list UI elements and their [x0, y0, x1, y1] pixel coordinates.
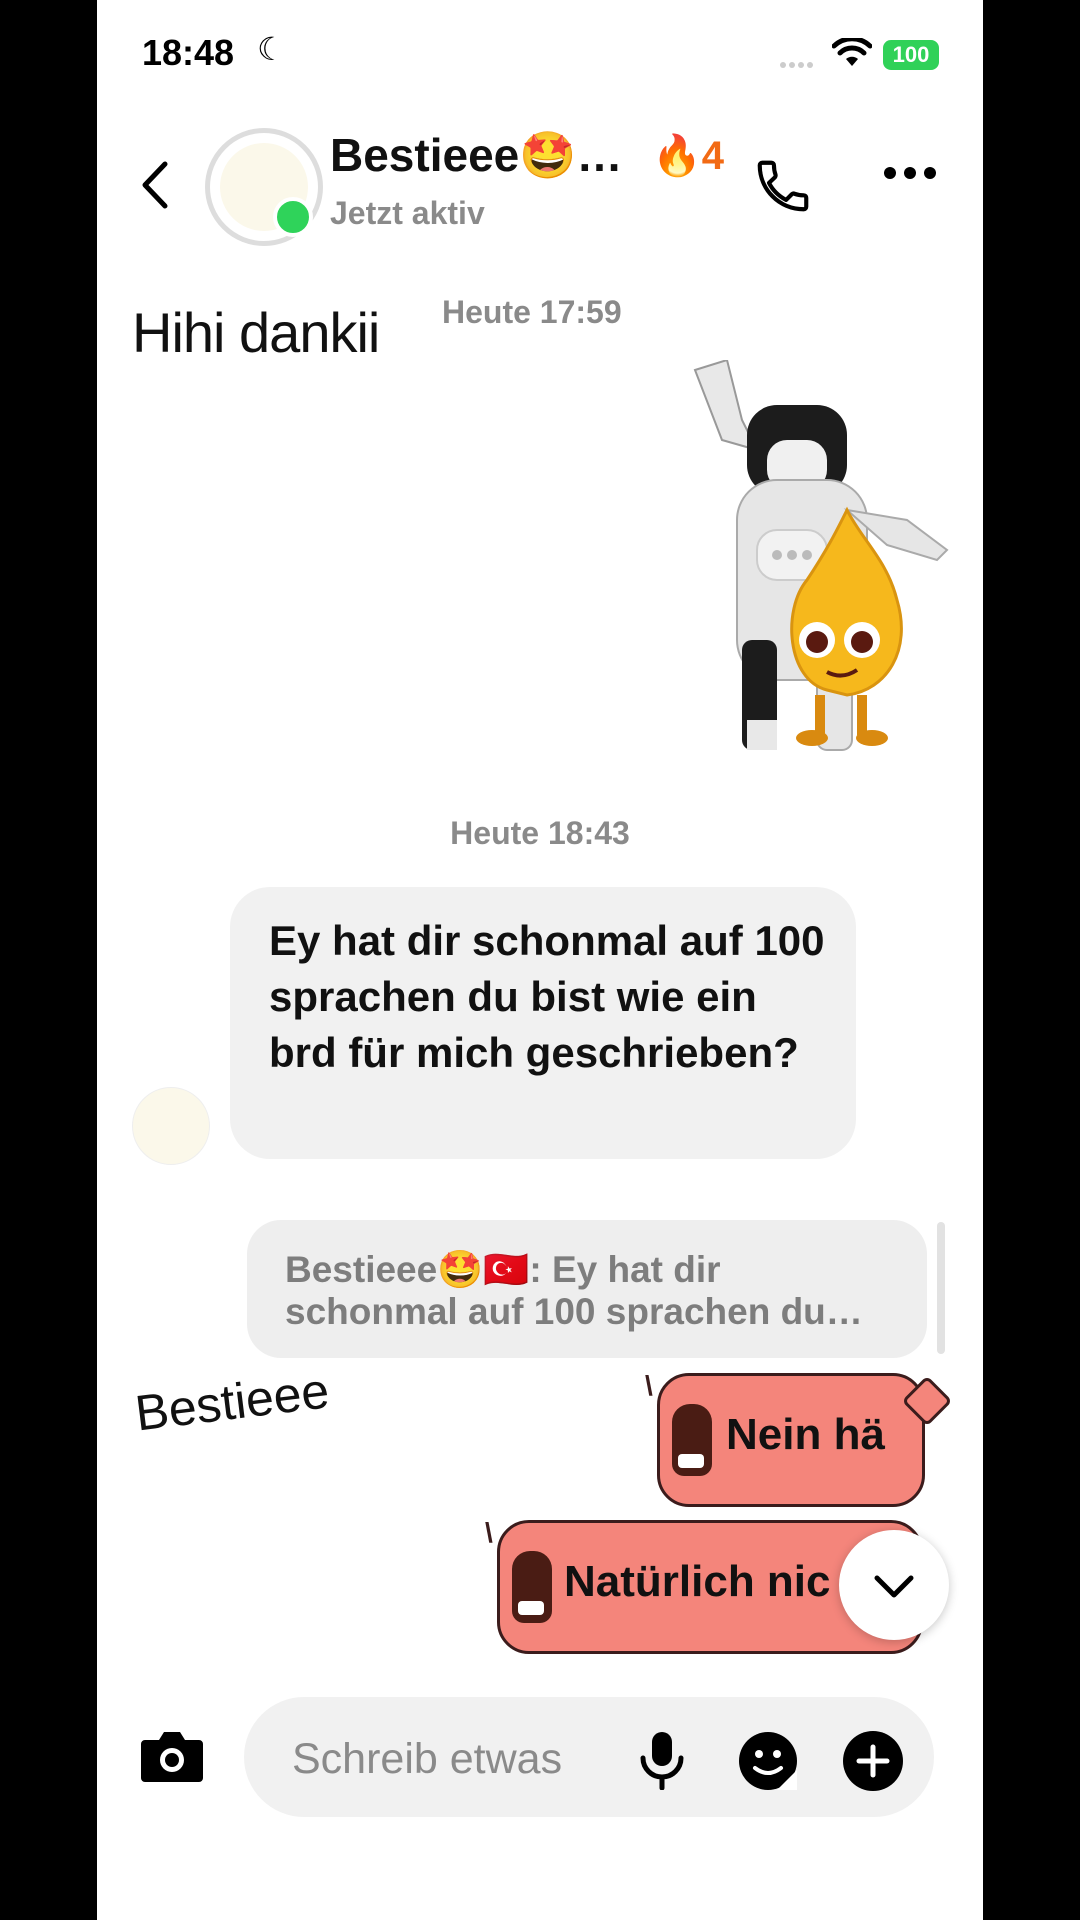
reply-quote-scrollbar [937, 1222, 945, 1354]
plus-icon[interactable] [842, 1730, 904, 1797]
wifi-icon [831, 36, 873, 73]
outgoing-message-text: Natürlich nic [564, 1557, 831, 1606]
sticker-image[interactable] [687, 358, 957, 760]
outgoing-message-text: Nein hä [726, 1410, 885, 1459]
overlay-caption: Hihi dankii [132, 301, 380, 364]
online-indicator [273, 197, 313, 237]
mascot-icon [672, 1404, 712, 1476]
reply-quote-text: Bestieee🤩🇹🇷: Ey hat dir schonmal auf 100… [285, 1249, 863, 1332]
sender-avatar[interactable] [132, 1087, 210, 1165]
contact-name[interactable]: Bestieee🤩… [330, 128, 623, 183]
timestamp: Heute 18:43 [450, 815, 630, 851]
incoming-message-text: Ey hat dir schonmal auf 100 sprachen du … [269, 917, 825, 1076]
mascot-icon [512, 1551, 552, 1623]
outgoing-message-bubble[interactable]: Nein hä [657, 1373, 925, 1507]
signal-icon [780, 55, 816, 73]
streak-badge: 🔥4 [652, 134, 725, 178]
back-chevron-icon[interactable] [137, 160, 173, 215]
sticker-emoji-icon[interactable] [737, 1730, 799, 1797]
camera-icon[interactable] [139, 1728, 205, 1789]
scroll-to-bottom-button[interactable] [839, 1530, 949, 1640]
microphone-icon[interactable] [637, 1730, 687, 1795]
battery-indicator: 100 [883, 40, 939, 70]
active-status: Jetzt aktiv [330, 195, 485, 231]
status-time: 18:48 [142, 32, 235, 73]
shout-lines-icon: \ [485, 1517, 493, 1548]
more-options-icon[interactable] [882, 165, 938, 186]
focus-moon-icon: ☾ [257, 31, 286, 67]
handwritten-label: Bestieee [132, 1362, 333, 1442]
chat-screen: 18:48 ☾ 100 Bestieee🤩… 🔥4 Jetzt aktiv Hi… [97, 0, 983, 1920]
phone-icon[interactable] [752, 155, 814, 222]
shout-lines-icon: \ [645, 1370, 653, 1401]
message-input-placeholder[interactable]: Schreib etwas [292, 1735, 562, 1784]
timestamp: Heute 17:59 [442, 294, 622, 330]
